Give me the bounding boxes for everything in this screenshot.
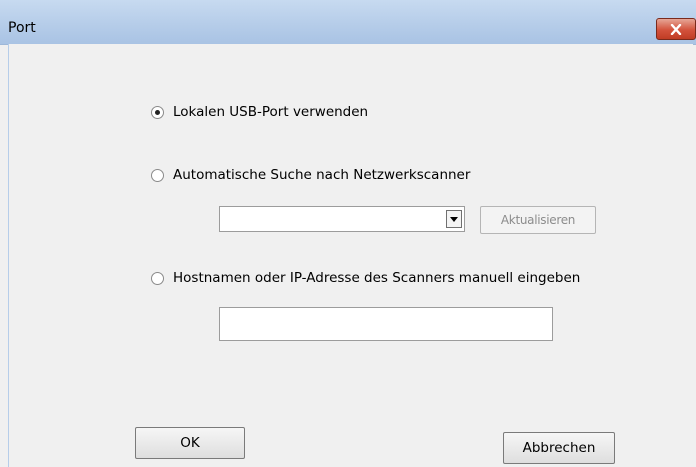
- dropdown-arrow-button[interactable]: [446, 210, 462, 228]
- manual-host-radio[interactable]: [151, 271, 164, 285]
- close-button[interactable]: [656, 18, 696, 40]
- dialog-body: Lokalen USB-Port verwenden Automatische …: [8, 44, 693, 467]
- window-title: Port: [8, 20, 36, 36]
- usb-port-option[interactable]: Lokalen USB-Port verwenden: [151, 104, 368, 120]
- scanner-dropdown[interactable]: [219, 206, 465, 232]
- host-input[interactable]: [219, 307, 553, 341]
- manual-host-label: Hostnamen oder IP-Adresse des Scanners m…: [173, 270, 581, 286]
- title-bar: Port: [0, 0, 696, 45]
- usb-port-radio[interactable]: [151, 105, 164, 119]
- close-icon: [670, 23, 682, 35]
- chevron-down-icon: [450, 216, 458, 222]
- ok-button-label: OK: [180, 435, 200, 451]
- network-search-label: Automatische Suche nach Netzwerkscanner: [173, 167, 471, 183]
- refresh-button-label: Aktualisieren: [500, 213, 576, 227]
- network-search-radio[interactable]: [151, 168, 164, 182]
- usb-port-label: Lokalen USB-Port verwenden: [173, 104, 369, 120]
- cancel-button[interactable]: Abbrechen: [503, 432, 615, 464]
- ok-button[interactable]: OK: [135, 427, 245, 459]
- cancel-button-label: Abbrechen: [522, 440, 596, 456]
- refresh-button[interactable]: Aktualisieren: [480, 206, 596, 234]
- network-search-option[interactable]: Automatische Suche nach Netzwerkscanner: [151, 167, 470, 183]
- manual-host-option[interactable]: Hostnamen oder IP-Adresse des Scanners m…: [151, 270, 580, 286]
